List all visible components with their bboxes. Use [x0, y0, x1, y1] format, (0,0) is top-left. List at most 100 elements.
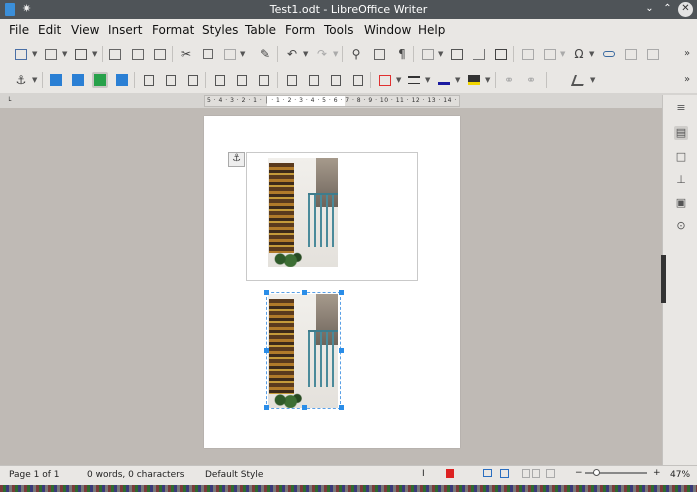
menu-file[interactable]: File — [9, 23, 29, 37]
minimize-button[interactable]: ⌄ — [642, 2, 657, 17]
menu-format[interactable]: Format — [152, 23, 194, 37]
insert-footnote-icon[interactable] — [623, 46, 639, 62]
menu-tools[interactable]: Tools — [324, 23, 354, 37]
sidebar-collapse-handle[interactable] — [661, 255, 666, 303]
word-count[interactable]: 0 words, 0 characters — [87, 470, 185, 480]
sidebar-styles-icon[interactable]: ⊥ — [674, 173, 688, 187]
anchor-dropdown-icon[interactable]: ▼ — [32, 76, 37, 84]
book-view-icon[interactable] — [546, 469, 555, 478]
page-style[interactable]: Default Style — [205, 470, 263, 480]
toolbar-more-icon[interactable]: » — [684, 74, 690, 85]
frame-anchor-icon[interactable]: ⚓ — [228, 152, 245, 167]
frame-props-dropdown-icon[interactable]: ▼ — [590, 76, 595, 84]
borders-dropdown-icon[interactable]: ▼ — [396, 76, 401, 84]
menu-form[interactable]: Form — [285, 23, 315, 37]
save-icon[interactable] — [73, 46, 89, 62]
table-dropdown-icon[interactable]: ▼ — [438, 50, 443, 58]
copy-icon[interactable] — [200, 46, 216, 62]
align-bottom-icon[interactable] — [256, 72, 272, 88]
frame-image[interactable] — [268, 158, 338, 267]
new-dropdown-icon[interactable]: ▼ — [32, 50, 37, 58]
print-icon[interactable] — [130, 46, 146, 62]
sidebar-gallery-icon[interactable]: ▣ — [674, 196, 688, 210]
redo-dropdown-icon[interactable]: ▼ — [333, 50, 338, 58]
single-page-view-icon[interactable] — [500, 469, 509, 478]
wrap-page-icon[interactable] — [70, 72, 86, 88]
find-replace-icon[interactable]: ⚲ — [348, 46, 364, 62]
send-to-back-icon[interactable] — [350, 72, 366, 88]
paste-dropdown-icon[interactable]: ▼ — [240, 50, 245, 58]
close-button[interactable]: ✕ — [678, 2, 693, 17]
forward-one-icon[interactable] — [306, 72, 322, 88]
document-modified-icon[interactable] — [446, 469, 454, 478]
borders-icon[interactable] — [377, 72, 393, 88]
wrap-off-icon[interactable] — [48, 72, 64, 88]
resize-handle-top[interactable] — [302, 290, 307, 295]
save-dropdown-icon[interactable]: ▼ — [92, 50, 97, 58]
sidebar-properties-icon[interactable]: ▤ — [674, 126, 688, 140]
align-right-icon[interactable] — [185, 72, 201, 88]
menu-table[interactable]: Table — [245, 23, 276, 37]
resize-handle-top-right[interactable] — [339, 290, 344, 295]
insert-chart-icon[interactable] — [471, 46, 487, 62]
zoom-percentage[interactable]: 47% — [670, 470, 690, 480]
open-dropdown-icon[interactable]: ▼ — [62, 50, 67, 58]
unlink-frames-icon[interactable]: ⚭ — [523, 72, 539, 88]
insert-table-icon[interactable] — [420, 46, 436, 62]
new-document-icon[interactable] — [13, 46, 29, 62]
multi-page-view-icon-2[interactable] — [532, 469, 540, 478]
special-character-icon[interactable]: Ω — [571, 46, 587, 62]
print-preview-icon[interactable] — [152, 46, 168, 62]
redo-icon[interactable]: ↷ — [314, 46, 330, 62]
link-frames-icon[interactable]: ⚭ — [501, 72, 517, 88]
multi-page-view-icon[interactable] — [522, 469, 530, 478]
menu-insert[interactable]: Insert — [108, 23, 142, 37]
resize-handle-right[interactable] — [339, 348, 344, 353]
align-top-icon[interactable] — [212, 72, 228, 88]
border-color-dropdown-icon[interactable]: ▼ — [455, 76, 460, 84]
bring-to-front-icon[interactable] — [284, 72, 300, 88]
menu-view[interactable]: View — [71, 23, 99, 37]
paste-icon[interactable] — [222, 46, 238, 62]
horizontal-ruler[interactable]: 5 · 4 · 3 · 2 · 1 · │ · 1 · 2 · 3 · 4 · … — [204, 95, 460, 107]
insert-image-icon[interactable] — [449, 46, 465, 62]
resize-handle-left[interactable] — [264, 348, 269, 353]
resize-handle-top-left[interactable] — [264, 290, 269, 295]
sidebar-menu-icon[interactable]: ≡ — [674, 101, 688, 115]
area-color-icon[interactable] — [466, 72, 482, 88]
insert-comment-icon[interactable] — [645, 46, 661, 62]
resize-handle-bottom[interactable] — [302, 405, 307, 410]
border-color-icon[interactable] — [436, 72, 452, 88]
wrap-through-icon[interactable] — [114, 72, 130, 88]
align-left-icon[interactable] — [141, 72, 157, 88]
menu-help[interactable]: Help — [418, 23, 445, 37]
menu-window[interactable]: Window — [364, 23, 411, 37]
border-style-icon[interactable] — [406, 72, 422, 88]
page-count[interactable]: Page 1 of 1 — [9, 470, 60, 480]
menu-edit[interactable]: Edit — [38, 23, 61, 37]
open-icon[interactable] — [43, 46, 59, 62]
export-pdf-icon[interactable] — [107, 46, 123, 62]
tab-stop-selector-icon[interactable]: └ — [7, 97, 11, 105]
area-dropdown-icon[interactable]: ▼ — [485, 76, 490, 84]
special-char-dropdown-icon[interactable]: ▼ — [589, 50, 594, 58]
maximize-button[interactable]: ⌃ — [660, 2, 675, 17]
wrap-optimal-icon[interactable] — [92, 72, 108, 88]
resize-handle-bottom-left[interactable] — [264, 405, 269, 410]
frame-properties-icon[interactable] — [570, 72, 588, 88]
field-dropdown-icon[interactable]: ▼ — [560, 50, 565, 58]
zoom-slider-knob[interactable] — [592, 469, 600, 476]
formatting-marks-icon[interactable]: ¶ — [394, 46, 410, 62]
insert-hyperlink-icon[interactable] — [601, 46, 617, 62]
insert-page-break-icon[interactable] — [520, 46, 536, 62]
align-center-icon[interactable] — [163, 72, 179, 88]
insert-field-icon[interactable] — [542, 46, 558, 62]
zoom-out-button[interactable]: − — [575, 468, 583, 478]
resize-handle-bottom-right[interactable] — [339, 405, 344, 410]
spelling-icon[interactable] — [371, 46, 387, 62]
insert-text-box-icon[interactable] — [493, 46, 509, 62]
undo-dropdown-icon[interactable]: ▼ — [303, 50, 308, 58]
zoom-in-button[interactable]: + — [653, 468, 661, 478]
sidebar-page-icon[interactable]: □ — [674, 150, 688, 164]
align-middle-icon[interactable] — [234, 72, 250, 88]
